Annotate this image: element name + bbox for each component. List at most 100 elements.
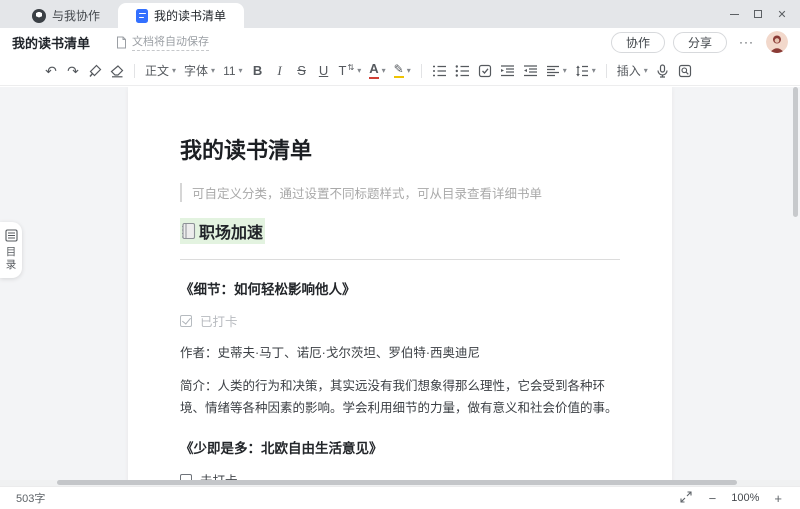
text-case-dropdown[interactable]: T⇅ ▾	[335, 60, 366, 82]
doc-icon	[136, 9, 148, 23]
ordered-list-button[interactable]	[428, 60, 451, 82]
text-case-icon: T⇅	[339, 64, 355, 77]
font-family-dropdown[interactable]: 字体 ▾	[180, 60, 219, 82]
maximize-icon	[754, 10, 762, 18]
header-actions: 协作 分享 ···	[611, 31, 788, 53]
window-controls: ✕	[722, 0, 794, 28]
zoom-out-button[interactable]: −	[707, 491, 719, 506]
align-left-icon	[546, 64, 560, 78]
word-count: 503字	[16, 490, 45, 506]
maximize-button[interactable]	[746, 0, 770, 28]
indent-icon	[523, 64, 538, 78]
tab-label: 与我协作	[52, 7, 100, 24]
tab-document[interactable]: 我的读书清单	[118, 3, 244, 28]
ordered-list-icon	[432, 64, 447, 78]
collab-space-icon	[32, 9, 46, 23]
bold-icon: B	[253, 63, 262, 78]
fit-window-button[interactable]	[678, 491, 694, 506]
toolbar-divider	[134, 64, 135, 78]
toc-toggle[interactable]: 目录	[0, 222, 22, 278]
microphone-icon	[656, 64, 669, 78]
editor-toolbar: ↶ ↷ 正文 ▾ 字体 ▾ 11 ▾ B I S	[0, 56, 800, 86]
format-painter-button[interactable]	[84, 60, 106, 82]
toc-label: 目录	[5, 246, 17, 272]
status-bar: 503字 − 100% +	[0, 486, 800, 509]
checkbox-checked-icon[interactable]	[180, 315, 192, 327]
autosave-label[interactable]: 文档将自动保存	[132, 33, 209, 51]
doc-heading[interactable]: 我的读书清单	[180, 133, 620, 165]
line-spacing-dropdown[interactable]: ▾	[571, 60, 600, 82]
more-button[interactable]: ···	[735, 35, 758, 49]
insert-dropdown[interactable]: 插入 ▾	[613, 60, 652, 82]
line-spacing-icon	[575, 64, 589, 78]
app-window: 与我协作 我的读书清单 ✕ 我的读书清单 文档将自动保存 协作 分享 ···	[0, 0, 800, 509]
font-size-dropdown[interactable]: 11 ▾	[219, 60, 246, 82]
alignment-dropdown[interactable]: ▾	[542, 60, 571, 82]
chevron-down-icon: ▾	[407, 67, 411, 75]
voice-input-button[interactable]	[652, 60, 674, 82]
font-color-icon: A	[369, 62, 378, 78]
paragraph-style-value: 正文	[145, 62, 169, 79]
decrease-indent-button[interactable]	[496, 60, 519, 82]
fit-window-icon	[680, 491, 692, 503]
user-avatar[interactable]	[766, 31, 788, 53]
share-button[interactable]: 分享	[673, 32, 727, 53]
book-status-label[interactable]: 已打卡	[200, 311, 238, 330]
zoom-level: 100%	[731, 492, 759, 504]
book-intro[interactable]: 简介：人类的行为和决策，其实远没有我们想象得那么理性，它会受到各种环境、情绪等各…	[180, 375, 620, 419]
paragraph-style-dropdown[interactable]: 正文 ▾	[141, 60, 180, 82]
italic-button[interactable]: I	[269, 60, 291, 82]
horizontal-scrollbar-thumb[interactable]	[57, 480, 737, 485]
undo-icon: ↶	[45, 64, 57, 78]
section-highlight: 职场加速	[180, 218, 265, 244]
increase-indent-button[interactable]	[519, 60, 542, 82]
minimize-button[interactable]	[722, 0, 746, 28]
strikethrough-button[interactable]: S	[291, 60, 313, 82]
toolbar-divider	[421, 64, 422, 78]
doc-subtitle-quote[interactable]: 可自定义分类，通过设置不同标题样式，可从目录查看详细书单	[180, 183, 620, 202]
document-header: 我的读书清单 文档将自动保存 协作 分享 ···	[0, 28, 800, 56]
underline-button[interactable]: U	[313, 60, 335, 82]
chevron-down-icon: ▾	[172, 67, 176, 75]
insert-label: 插入	[617, 62, 641, 79]
undo-button[interactable]: ↶	[40, 60, 62, 82]
highlight-color-dropdown[interactable]: ✎ ▾	[390, 60, 415, 82]
document-canvas: 我的读书清单 可自定义分类，通过设置不同标题样式，可从目录查看详细书单 职场加速…	[0, 87, 800, 481]
collaborate-button[interactable]: 协作	[611, 32, 665, 53]
chevron-down-icon: ▾	[382, 67, 386, 75]
highlight-pen-icon: ✎	[394, 63, 404, 78]
chevron-down-icon: ▾	[644, 67, 648, 75]
tab-collab-space[interactable]: 与我协作	[14, 3, 118, 28]
document-page[interactable]: 我的读书清单 可自定义分类，通过设置不同标题样式，可从目录查看详细书单 职场加速…	[128, 87, 672, 481]
document-title: 我的读书清单	[12, 33, 90, 52]
toc-list-icon	[5, 229, 18, 242]
doc-section-heading[interactable]: 职场加速	[180, 218, 620, 245]
tab-bar: 与我协作 我的读书清单 ✕	[0, 0, 800, 28]
vertical-scrollbar[interactable]	[793, 87, 798, 217]
bold-button[interactable]: B	[247, 60, 269, 82]
book-author[interactable]: 作者：史蒂夫·马丁、诺厄·戈尔茨坦、罗伯特·西奥迪尼	[180, 342, 620, 364]
book-title[interactable]: 《少即是多：北欧自由生活意见》	[180, 437, 620, 457]
close-icon: ✕	[777, 8, 786, 21]
zoom-in-button[interactable]: +	[772, 491, 784, 506]
clear-format-button[interactable]	[106, 60, 128, 82]
close-button[interactable]: ✕	[770, 0, 794, 28]
document-page-icon	[116, 36, 127, 49]
section-divider	[180, 259, 620, 260]
book-title[interactable]: 《细节：如何轻松影响他人》	[180, 278, 620, 298]
redo-button[interactable]: ↷	[62, 60, 84, 82]
bullet-list-icon	[455, 64, 470, 78]
find-replace-icon	[678, 64, 692, 78]
notebook-icon	[180, 222, 197, 240]
bullet-list-button[interactable]	[451, 60, 474, 82]
autosave-indicator: 文档将自动保存	[116, 33, 209, 51]
minimize-icon	[730, 14, 739, 15]
avatar-image	[766, 31, 788, 53]
task-checkbox-icon	[478, 64, 492, 78]
font-size-value: 11	[223, 64, 235, 78]
font-color-dropdown[interactable]: A ▾	[365, 60, 389, 82]
task-list-button[interactable]	[474, 60, 496, 82]
book-entry: 《细节：如何轻松影响他人》 已打卡 作者：史蒂夫·马丁、诺厄·戈尔茨坦、罗伯特·…	[180, 278, 620, 419]
find-replace-button[interactable]	[674, 60, 696, 82]
chevron-down-icon: ▾	[592, 67, 596, 75]
